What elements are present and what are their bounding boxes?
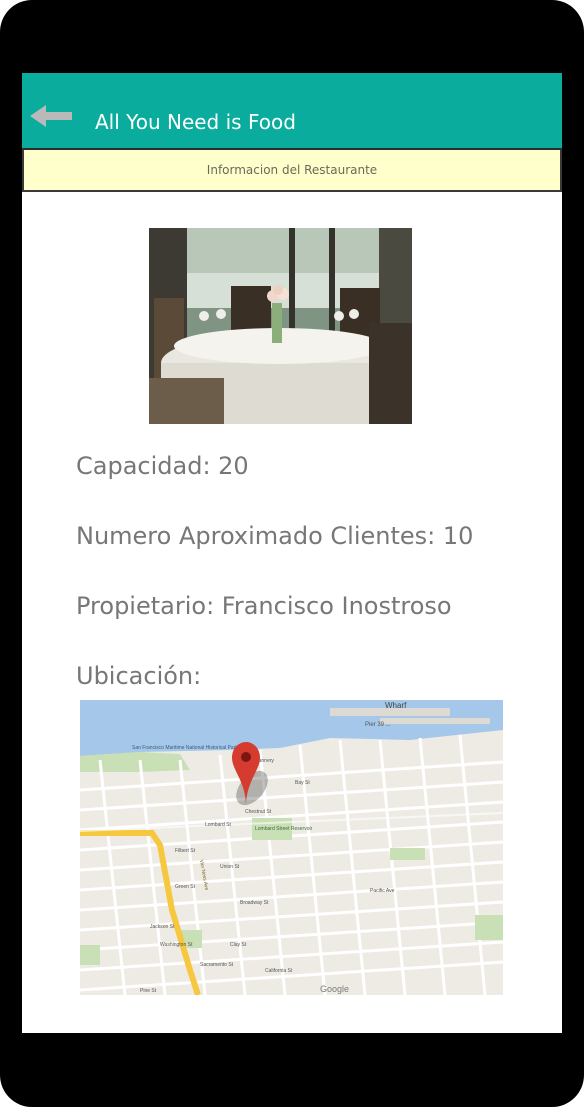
map-label-union: Union St <box>220 864 240 870</box>
map-label-filbert: Filbert St <box>175 848 196 854</box>
map-label-pier: Pier 39 ... <box>365 722 391 728</box>
map-label-green: Green St <box>175 884 196 890</box>
section-header: Informacion del Restaurante <box>22 148 562 192</box>
map-label-clay: Clay St <box>230 942 247 948</box>
map-label-pacific: Pacific Ave <box>370 888 395 894</box>
owner-label: Propietario: Francisco Inostroso <box>76 592 452 620</box>
restaurant-photo <box>149 228 412 424</box>
map-label-reservoir: Lombard Street Reservoir <box>255 826 313 832</box>
map-label-california: California St <box>265 968 293 974</box>
app-title: All You Need is Food <box>95 110 296 134</box>
section-header-label: Informacion del Restaurante <box>206 163 378 177</box>
location-map[interactable]: Wharf Pier 39 ... San Francisco Maritime… <box>80 700 503 995</box>
map-label-maritime: San Francisco Maritime National Historic… <box>132 745 238 751</box>
map-label-jackson: Jackson St <box>150 924 175 930</box>
map-label-broadway: Broadway St <box>240 900 269 906</box>
map-label-lombard: Lombard St <box>205 822 231 828</box>
map-label-wharf: Wharf <box>385 701 407 710</box>
map-label-washington: Washington St <box>160 942 193 948</box>
back-arrow-icon <box>30 105 72 127</box>
map-label-bay: Bay St <box>295 780 310 786</box>
approx-clients-label: Numero Aproximado Clientes: 10 <box>76 522 474 550</box>
google-logo: Google <box>320 984 349 994</box>
map-label-chestnut: Chestnut St <box>245 809 272 815</box>
map-label-sacramento: Sacramento St <box>200 962 234 968</box>
device-frame: All You Need is Food Informacion del Res… <box>0 0 584 1107</box>
location-label: Ubicación: <box>76 662 202 690</box>
map-label-pine: Pine St <box>140 988 157 994</box>
back-button[interactable] <box>28 103 76 129</box>
app-bar: All You Need is Food <box>22 73 562 149</box>
capacity-label: Capacidad: 20 <box>76 452 249 480</box>
app-screen: All You Need is Food Informacion del Res… <box>22 73 562 1033</box>
